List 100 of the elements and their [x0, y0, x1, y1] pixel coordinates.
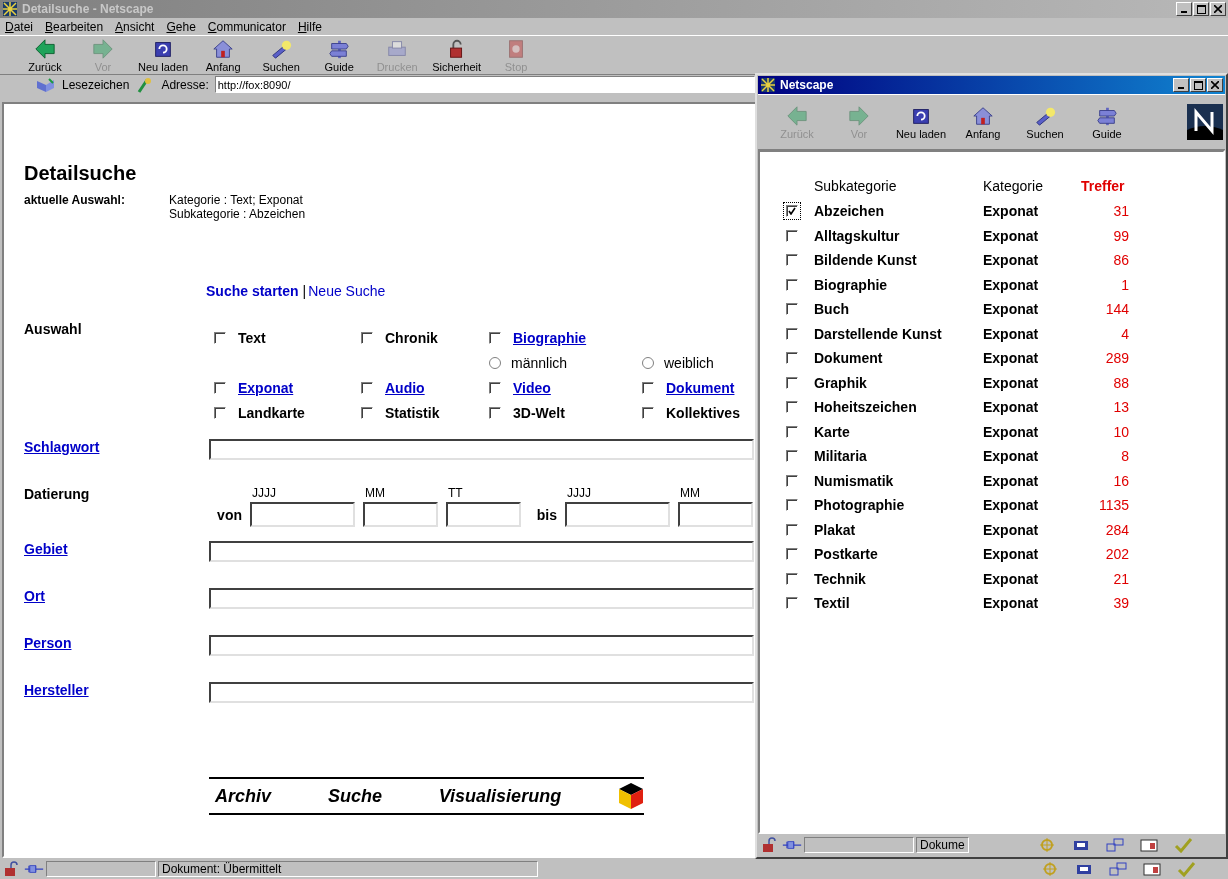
text-field[interactable]: [209, 682, 754, 703]
chat-icon[interactable]: [1108, 860, 1128, 877]
hit-count: 4: [1120, 324, 1129, 344]
toolbar-button[interactable]: Anfang: [952, 104, 1014, 140]
hit-count: 284: [1104, 520, 1129, 540]
text-field[interactable]: [209, 635, 754, 656]
toolbar-button[interactable]: Sicherheit: [426, 37, 488, 73]
to-label: bis: [535, 506, 557, 523]
category-link[interactable]: Dokument: [666, 379, 735, 396]
category-link[interactable]: Exponat: [238, 379, 294, 396]
toolbar-button[interactable]: Suchen: [1014, 104, 1076, 140]
hit-count: 289: [1104, 349, 1129, 369]
category-cell-text: Exponat: [983, 447, 1040, 467]
date-part-label: TT: [447, 486, 464, 500]
menu-item[interactable]: Datei: [5, 19, 34, 34]
hit-count: 16: [1112, 471, 1129, 491]
hit-count: 21: [1112, 569, 1129, 589]
category-link[interactable]: Audio: [385, 379, 425, 396]
separator: |: [302, 283, 307, 299]
action-link[interactable]: Suche starten: [206, 283, 299, 299]
status-text: Dokume: [916, 837, 969, 853]
text-field[interactable]: [209, 439, 754, 460]
category-label: Statistik: [385, 404, 440, 421]
subcategory-name: Dokument: [814, 349, 884, 369]
subcategory-name: Biographie: [814, 275, 889, 295]
close-icon: [1211, 81, 1219, 89]
radio-label: männlich: [511, 354, 568, 371]
menu-item[interactable]: Bearbeiten: [45, 19, 104, 34]
from-label: von: [216, 506, 242, 523]
current-selection-label: aktuelle Auswahl:: [24, 193, 126, 209]
date-field[interactable]: [678, 502, 753, 527]
house-icon: [972, 104, 994, 127]
toolbar-button[interactable]: Anfang: [194, 37, 253, 73]
toolbar-button[interactable]: Guide: [1076, 104, 1138, 140]
toolbar-button[interactable]: Guide: [310, 37, 369, 73]
field-link[interactable]: Schlagwort: [24, 439, 209, 455]
category-cell-text: Exponat: [983, 398, 1040, 418]
field-label: Auswahl: [24, 321, 83, 337]
date-field[interactable]: [446, 502, 521, 527]
category-cell-text: Exponat: [983, 520, 1040, 540]
back-arrow-icon: [34, 37, 56, 60]
hit-count: 99: [1112, 226, 1129, 246]
text-field[interactable]: [209, 588, 754, 609]
house-icon: [212, 37, 235, 60]
subcategory-name: Plakat: [814, 520, 857, 540]
date-field[interactable]: [565, 502, 670, 527]
subcategory-name: Textil: [814, 594, 851, 614]
toolbar-button[interactable]: Suchen: [252, 37, 311, 73]
hit-count: 202: [1104, 545, 1129, 565]
date-field[interactable]: [363, 502, 438, 527]
close-button[interactable]: [1207, 78, 1223, 92]
toolbar-button[interactable]: Neu laden: [132, 37, 195, 73]
subcategory-name: Numismatik: [814, 471, 895, 491]
maximize-button[interactable]: [1193, 2, 1209, 16]
address-card-icon[interactable]: [1142, 860, 1162, 877]
logo-word: Visualisierung: [438, 785, 562, 807]
n-logo-icon: [1187, 104, 1223, 140]
subcategory-name: Darstellende Kunst: [814, 324, 943, 344]
category-link[interactable]: Biographie: [513, 329, 587, 346]
hit-count: 88: [1112, 373, 1129, 393]
field-link[interactable]: Person: [24, 635, 209, 651]
menu-item[interactable]: Ansicht: [115, 19, 155, 34]
radio-button[interactable]: [489, 356, 501, 369]
close-button[interactable]: [1210, 2, 1226, 16]
hit-count: 39: [1112, 594, 1129, 614]
action-link[interactable]: Neue Suche: [308, 283, 386, 299]
field-link[interactable]: Hersteller: [24, 682, 209, 698]
minimize-button[interactable]: [1173, 78, 1189, 92]
bookmarks-label[interactable]: Lesezeichen: [62, 77, 130, 92]
subcategory-name: Alltagskultur: [814, 226, 901, 246]
column-header: Subkategorie: [814, 177, 898, 196]
logo-word: Suche: [327, 785, 382, 807]
checkbox[interactable]: [786, 205, 798, 218]
date-field[interactable]: [250, 502, 355, 527]
maximize-button[interactable]: [1190, 78, 1206, 92]
forward-arrow-icon: [92, 37, 114, 60]
address-field[interactable]: http://fox:8090/: [214, 76, 755, 93]
close-icon: [1214, 5, 1222, 13]
category-label: Kollektives: [666, 404, 740, 421]
text-field[interactable]: [209, 541, 754, 562]
menu-item[interactable]: Gehe: [166, 19, 196, 34]
category-cell-text: Exponat: [983, 545, 1040, 565]
subcategory-name: Karte: [814, 422, 851, 442]
menu-item[interactable]: Hilfe: [297, 19, 322, 34]
app-icon: [760, 77, 776, 93]
toolbar-button[interactable]: Zurück: [16, 37, 74, 73]
field-link[interactable]: Gebiet: [24, 541, 209, 557]
hit-count: 31: [1112, 202, 1129, 222]
radio-button[interactable]: [642, 356, 654, 369]
hit-count: 86: [1112, 251, 1129, 271]
toolbar-button[interactable]: Neu laden: [890, 104, 952, 140]
field-link[interactable]: Ort: [24, 588, 209, 604]
hit-count: 8: [1120, 447, 1129, 467]
column-header: Kategorie: [983, 177, 1044, 196]
address-card-icon[interactable]: [1139, 837, 1159, 853]
menu-item[interactable]: Communicator: [207, 19, 286, 34]
chat-icon[interactable]: [1105, 837, 1125, 853]
minimize-button[interactable]: [1176, 2, 1192, 16]
category-link[interactable]: Video: [513, 379, 551, 396]
subcategory-name: Postkarte: [814, 545, 879, 565]
